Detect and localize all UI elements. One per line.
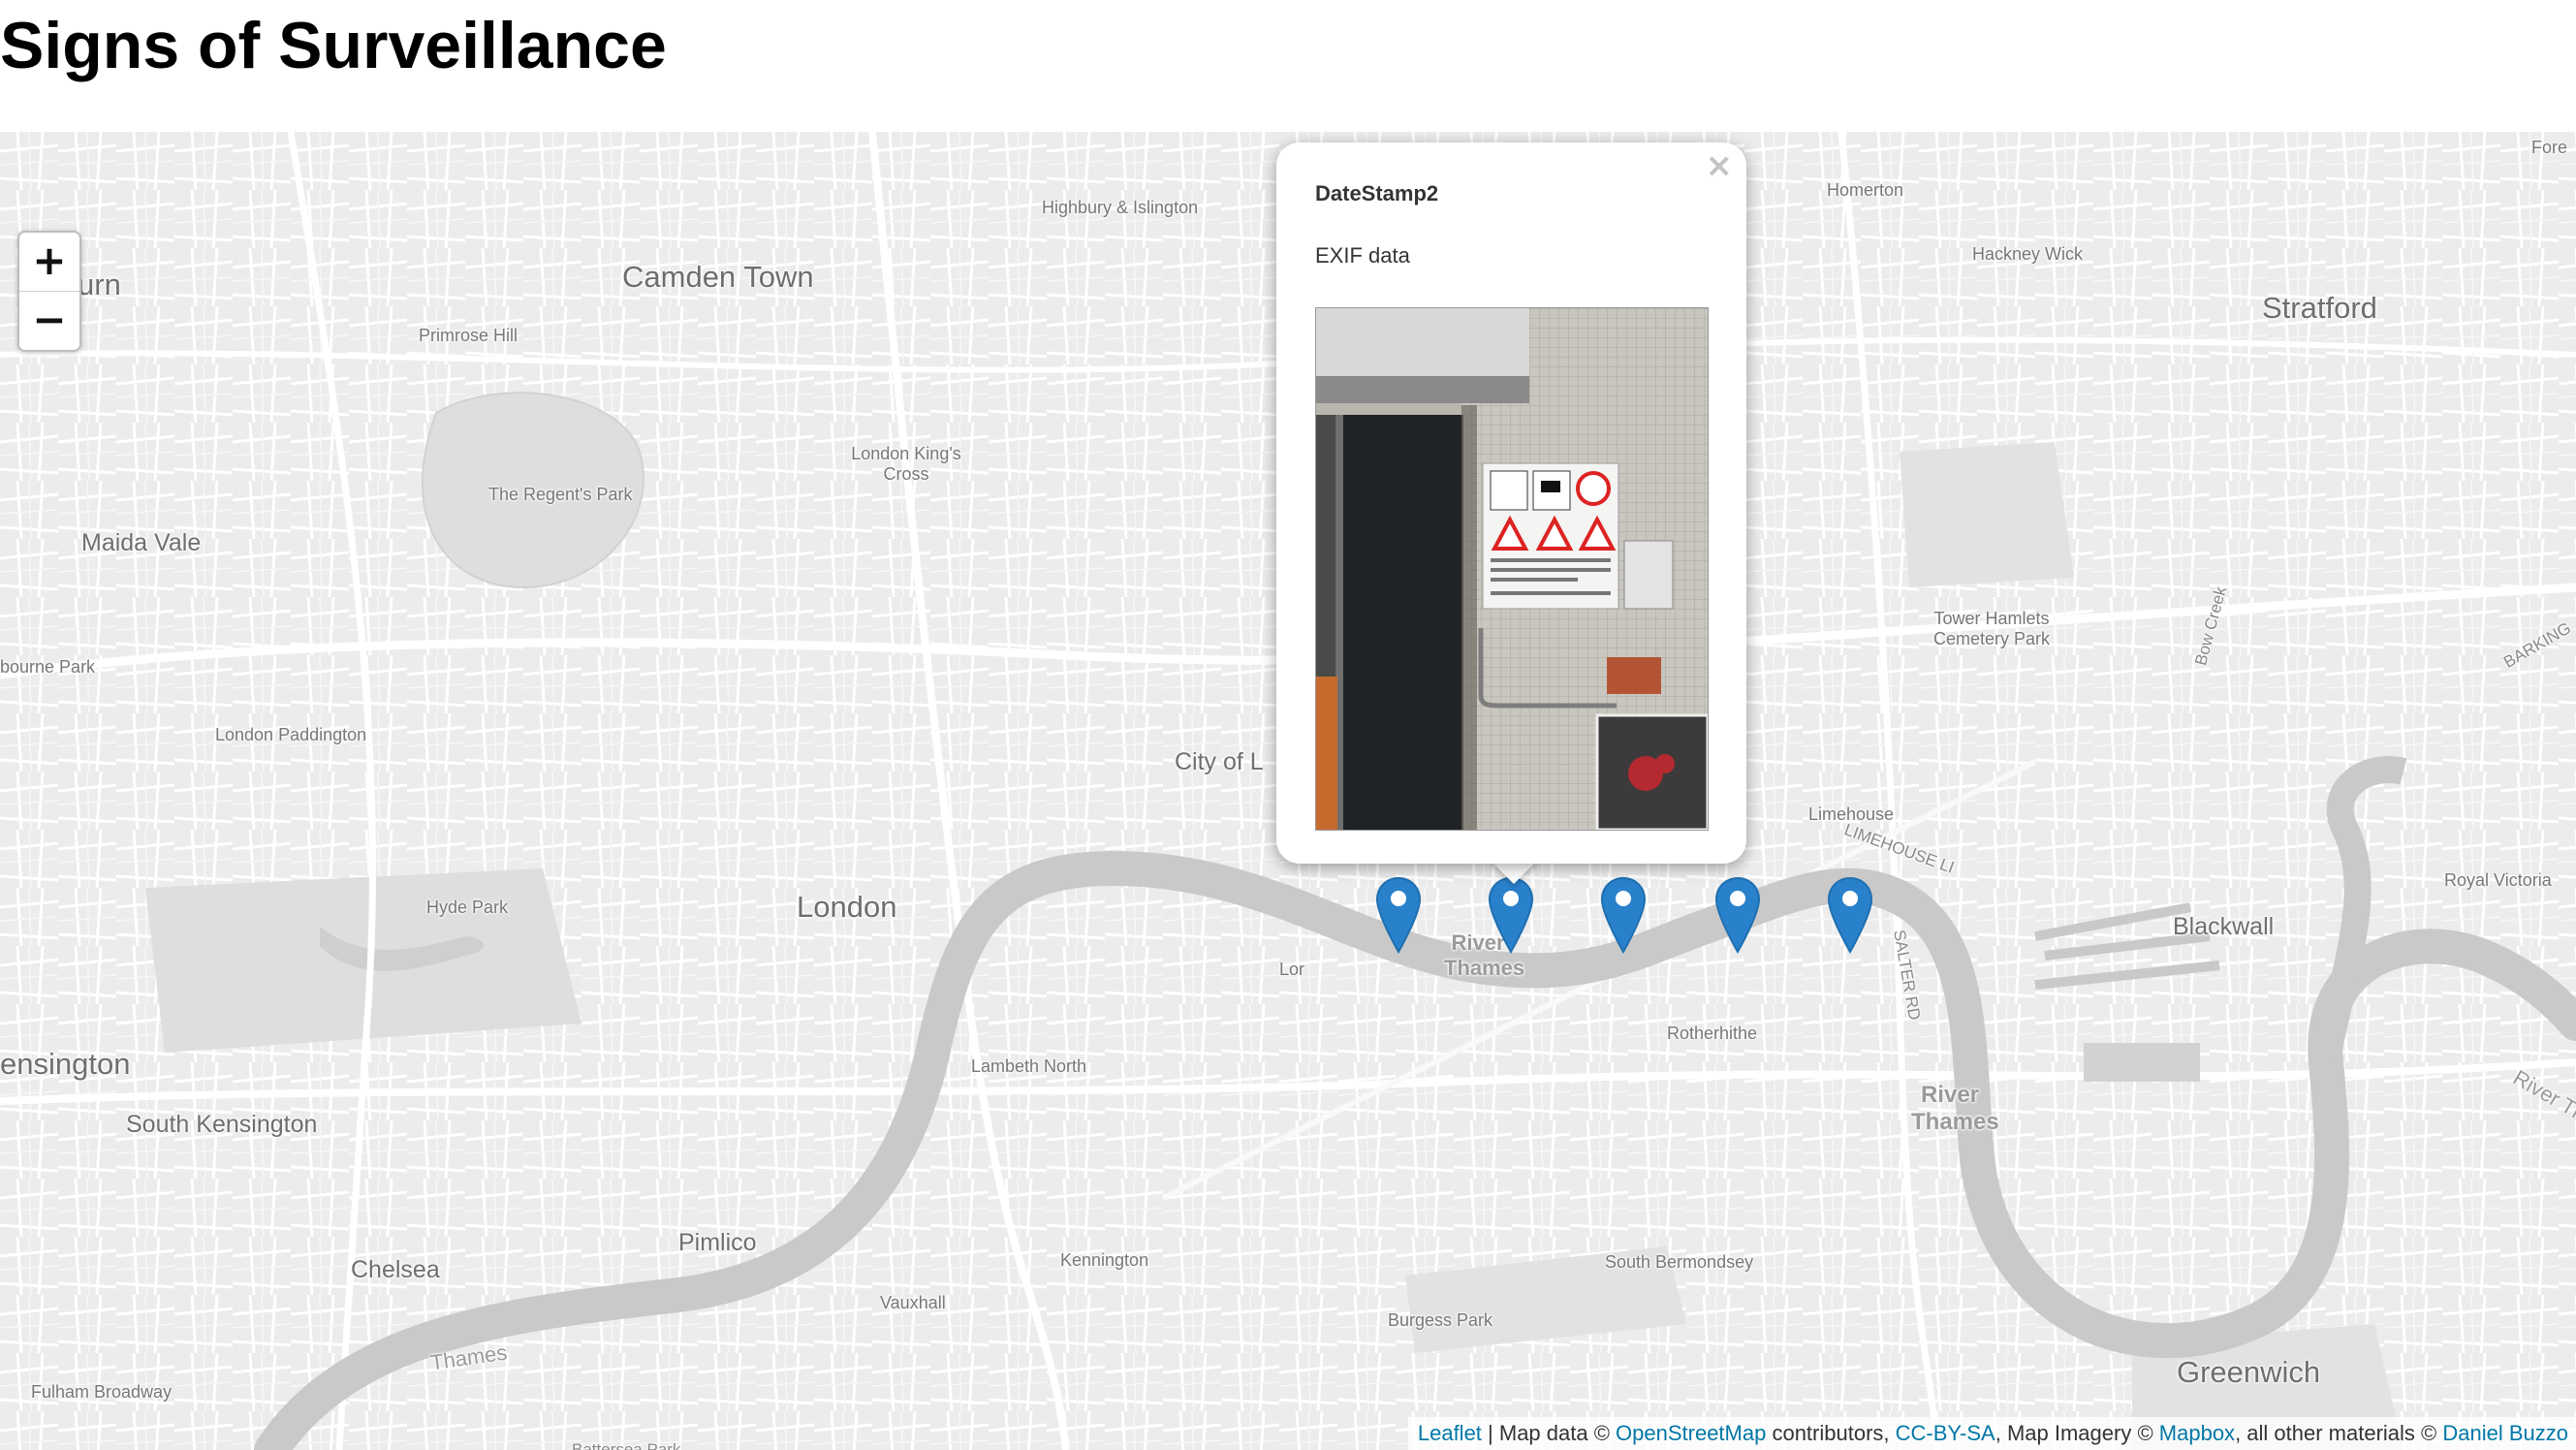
place-battersea-park: Battersea Park	[572, 1440, 681, 1450]
popup-photo	[1315, 307, 1709, 831]
map-marker-icon[interactable]	[1826, 876, 1874, 956]
place-kings-cross: London King's Cross	[851, 444, 961, 484]
map[interactable]: Camden Town Highbury & Islington Homerto…	[0, 132, 2576, 1450]
map-attribution: Leaflet | Map data © OpenStreetMap contr…	[1407, 1417, 2576, 1450]
cc-by-sa-link[interactable]: CC-BY-SA	[1896, 1421, 1995, 1445]
place-chelsea: Chelsea	[351, 1256, 440, 1283]
place-regents-park: The Regent's Park	[488, 485, 633, 504]
mapbox-link[interactable]: Mapbox	[2159, 1421, 2235, 1445]
place-lor: Lor	[1279, 960, 1305, 979]
zoom-out-button[interactable]: −	[19, 292, 79, 350]
attribution-text-2: contributors,	[1766, 1421, 1896, 1445]
author-link[interactable]: Daniel Buzzo	[2442, 1421, 2568, 1445]
place-south-kensington: South Kensington	[126, 1111, 318, 1138]
leaflet-link[interactable]: Leaflet	[1418, 1421, 1482, 1445]
place-forest: Fore	[2531, 138, 2568, 157]
place-kennington: Kennington	[1060, 1250, 1149, 1270]
place-hyde-park: Hyde Park	[426, 898, 509, 917]
map-marker-icon[interactable]	[1374, 876, 1423, 956]
place-primrose-hill: Primrose Hill	[419, 326, 518, 345]
place-pimlico: Pimlico	[678, 1229, 757, 1256]
place-westbourne-park: bourne Park	[0, 657, 96, 677]
place-maida-vale: Maida Vale	[81, 529, 202, 556]
tower-hamlets-park	[1900, 442, 2074, 587]
place-royal-victoria: Royal Victoria	[2444, 870, 2552, 890]
surveillance-sign-photo	[1316, 308, 1708, 830]
place-camden-town: Camden Town	[622, 260, 814, 294]
page-title: Signs of Surveillance	[0, 9, 667, 82]
place-greenwich: Greenwich	[2177, 1355, 2321, 1389]
place-london: London	[797, 890, 897, 924]
place-stratford: Stratford	[2262, 291, 2377, 325]
place-blackwall: Blackwall	[2173, 913, 2275, 940]
marker-popup: × DateStamp2 EXIF data	[1276, 142, 1746, 864]
place-tower-hamlets: Tower Hamlets Cemetery Park	[1932, 609, 2051, 648]
zoom-control: + −	[17, 231, 81, 352]
place-lambeth-north: Lambeth North	[971, 1056, 1087, 1076]
popup-title: DateStamp2	[1315, 181, 1439, 205]
place-vauxhall: Vauxhall	[880, 1293, 946, 1312]
place-kensington: ensington	[0, 1047, 131, 1081]
attribution-text-4: , all other materials ©	[2235, 1421, 2443, 1445]
place-london-paddington: London Paddington	[215, 725, 367, 744]
openstreetmap-link[interactable]: OpenStreetMap	[1616, 1421, 1766, 1445]
place-fulham-broadway: Fulham Broadway	[31, 1382, 173, 1402]
place-hackney-wick: Hackney Wick	[1972, 244, 2084, 264]
attribution-text-3: , Map Imagery ©	[1995, 1421, 2159, 1445]
place-partial-label: urn	[78, 268, 121, 301]
place-highbury-islington: Highbury & Islington	[1042, 198, 1199, 217]
map-marker-icon[interactable]	[1713, 876, 1762, 956]
zoom-in-button[interactable]: +	[19, 233, 79, 292]
map-marker-icon[interactable]	[1487, 876, 1535, 956]
place-river-thames-2: River Thames	[1911, 1082, 1999, 1135]
popup-description: EXIF data	[1315, 243, 1410, 268]
place-burgess-park: Burgess Park	[1388, 1310, 1493, 1330]
attribution-text-1: | Map data ©	[1481, 1421, 1617, 1445]
popup-close-button[interactable]: ×	[1706, 146, 1734, 185]
place-south-bermondsey: South Bermondsey	[1605, 1252, 1754, 1272]
map-marker-icon[interactable]	[1599, 876, 1648, 956]
place-city-of-london: City of L	[1175, 748, 1264, 775]
place-rotherhithe: Rotherhithe	[1667, 1024, 1758, 1043]
place-homerton: Homerton	[1827, 180, 1904, 200]
